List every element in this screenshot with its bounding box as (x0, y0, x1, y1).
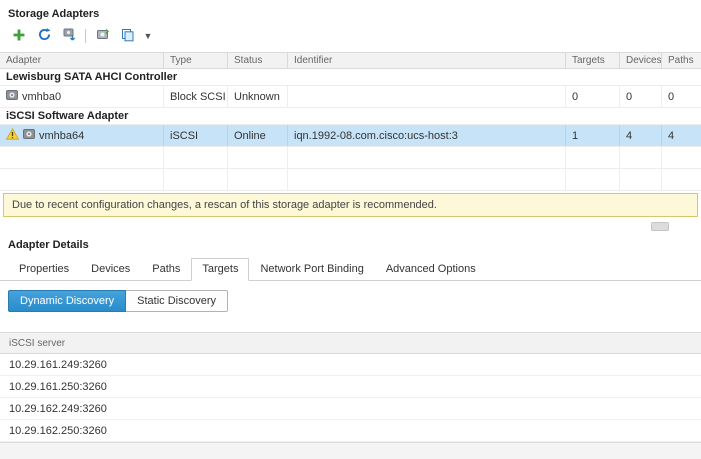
adapter-icon (6, 89, 18, 104)
adapter-details-panel: Adapter Details Properties Devices Paths… (0, 235, 701, 442)
copy-dropdown-button[interactable]: ▼ (143, 27, 153, 45)
toolbar: ▼ (0, 25, 701, 52)
adapters-table-header: Adapter Type Status Identifier Targets D… (0, 52, 701, 69)
adapter-paths: 0 (668, 90, 675, 103)
adapter-targets: 0 (566, 86, 620, 107)
adapter-name: vmhba64 (39, 129, 85, 142)
empty-row (0, 169, 701, 191)
add-adapter-button[interactable] (10, 27, 28, 45)
tab-targets[interactable]: Targets (191, 258, 250, 281)
column-header-targets[interactable]: Targets (566, 53, 620, 68)
details-title: Adapter Details (8, 239, 89, 251)
rescan-storage-icon (62, 27, 77, 45)
rescan-warning-banner: Due to recent configuration changes, a r… (3, 193, 698, 217)
warning-banner-text: Due to recent configuration changes, a r… (12, 199, 437, 211)
rescan-storage-button[interactable] (60, 27, 78, 45)
adapter-group-iscsi: iSCSI Software Adapter (0, 108, 701, 125)
adapter-targets: 1 (566, 125, 620, 146)
panel-title: Storage Adapters (8, 8, 100, 20)
adapter-identifier (288, 86, 566, 107)
static-discovery-button[interactable]: Static Discovery (126, 290, 228, 312)
column-header-status[interactable]: Status (228, 53, 288, 68)
adapter-paths: 4 (668, 129, 675, 142)
adapter-icon (23, 128, 35, 143)
copy-button[interactable] (118, 27, 136, 45)
column-header-iscsi-server[interactable]: iSCSI server (0, 332, 701, 354)
column-header-devices[interactable]: Devices (620, 53, 662, 68)
adapter-status: Online (228, 125, 288, 146)
column-header-identifier[interactable]: Identifier (288, 53, 566, 68)
copy-icon (120, 27, 135, 45)
bottom-panel-strip (0, 442, 701, 459)
details-tabs: Properties Devices Paths Targets Network… (0, 256, 701, 281)
refresh-button[interactable] (35, 27, 53, 45)
adapter-group-lewisburg: Lewisburg SATA AHCI Controller (0, 69, 701, 86)
adapter-type: iSCSI (164, 125, 228, 146)
iscsi-server-table: iSCSI server 10.29.161.249:3260 10.29.16… (0, 332, 701, 442)
adapter-type: Block SCSI (164, 86, 228, 107)
tab-paths[interactable]: Paths (141, 258, 191, 281)
adapters-table: Adapter Type Status Identifier Targets D… (0, 52, 701, 191)
discovery-toggle: Dynamic Discovery Static Discovery (8, 290, 228, 312)
adapter-row-vmhba0[interactable]: vmhba0 Block SCSI Unknown 0 0 0 (0, 86, 701, 108)
tab-advanced-options[interactable]: Advanced Options (375, 258, 487, 281)
column-header-type[interactable]: Type (164, 53, 228, 68)
adapter-identifier: iqn.1992-08.com.cisco:ucs-host:3 (288, 125, 566, 146)
add-adapter-icon (12, 28, 26, 45)
iscsi-server-row[interactable]: 10.29.162.249:3260 (0, 398, 701, 420)
splitter-grip[interactable] (651, 222, 669, 231)
toolbar-separator (85, 29, 86, 43)
chevron-down-icon: ▼ (143, 30, 153, 41)
tab-devices[interactable]: Devices (80, 258, 141, 281)
tab-network-port-binding[interactable]: Network Port Binding (249, 258, 374, 281)
adapter-row-vmhba64[interactable]: vmhba64 iSCSI Online iqn.1992-08.com.cis… (0, 125, 701, 147)
panel-splitter (0, 217, 701, 235)
column-header-adapter[interactable]: Adapter (0, 53, 164, 68)
tab-properties[interactable]: Properties (8, 258, 80, 281)
adapter-devices: 4 (620, 125, 662, 146)
iscsi-server-row[interactable]: 10.29.162.250:3260 (0, 420, 701, 442)
empty-row (0, 147, 701, 169)
iscsi-server-row[interactable]: 10.29.161.249:3260 (0, 354, 701, 376)
refresh-icon (37, 27, 52, 45)
dynamic-discovery-button[interactable]: Dynamic Discovery (8, 290, 127, 312)
adapter-status: Unknown (228, 86, 288, 107)
rescan-adapter-icon (95, 27, 110, 45)
warning-icon (5, 127, 20, 143)
iscsi-server-row[interactable]: 10.29.161.250:3260 (0, 376, 701, 398)
storage-adapters-panel: Storage Adapters ▼ Adapter Type Status I… (0, 0, 701, 235)
adapter-devices: 0 (620, 86, 662, 107)
adapter-name: vmhba0 (22, 90, 62, 103)
column-header-paths[interactable]: Paths (662, 53, 701, 68)
rescan-adapter-button[interactable] (93, 27, 111, 45)
